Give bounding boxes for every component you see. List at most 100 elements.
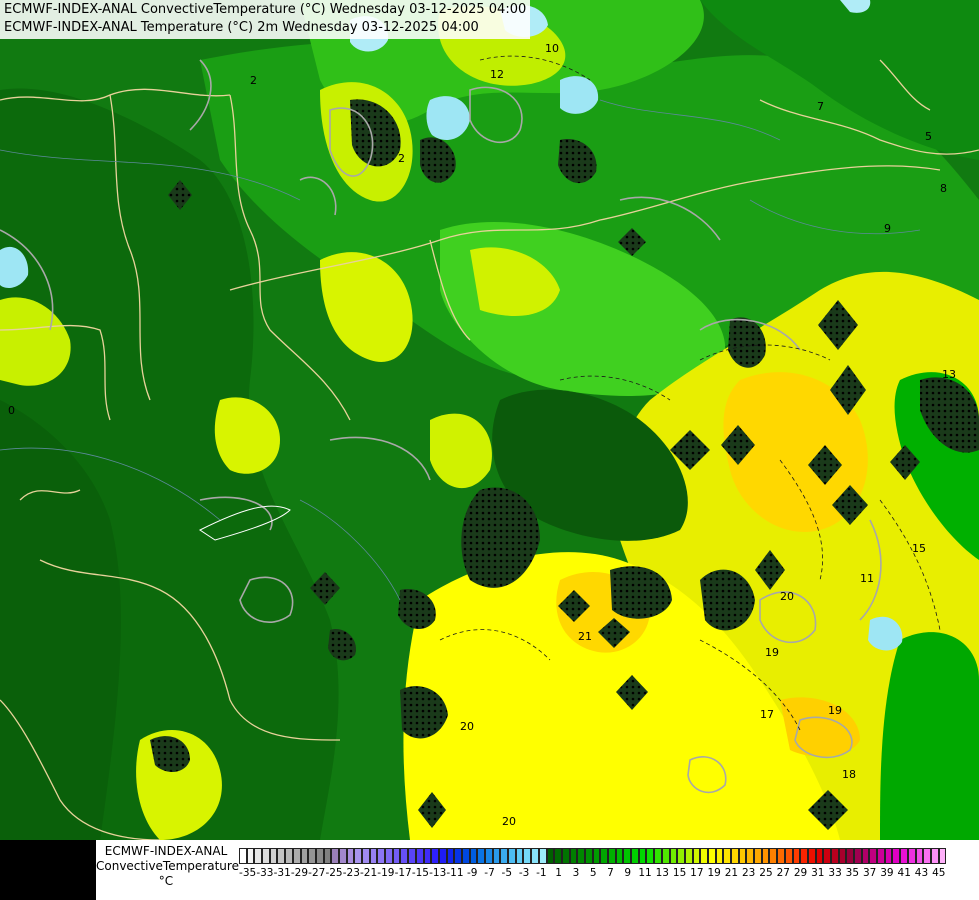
legend-swatch [531, 848, 539, 864]
legend-swatch [761, 848, 770, 864]
legend-swatch [315, 848, 324, 864]
legend-swatch [354, 848, 362, 864]
legend-swatch [823, 848, 831, 864]
legend-swatch [861, 848, 870, 864]
legend-tick-label: -31 [273, 867, 291, 879]
legend-tick-label: 35 [845, 867, 860, 879]
legend-swatch [515, 848, 524, 864]
legend-swatch [323, 848, 332, 864]
legend-swatch [877, 848, 885, 864]
legend-swatch [900, 848, 908, 864]
legend-swatch [538, 848, 547, 864]
contour-label: 5 [925, 130, 932, 143]
legend-swatch [461, 848, 470, 864]
legend-tick-label: 33 [828, 867, 842, 879]
contour-label: 9 [884, 222, 891, 235]
legend-tick-label: -21 [360, 867, 378, 879]
legend-swatch [454, 848, 462, 864]
legend-swatch [700, 848, 708, 864]
contour-label: 17 [760, 708, 774, 721]
legend-swatch [600, 848, 608, 864]
legend-tick-label: 15 [672, 867, 687, 879]
legend-swatch [254, 848, 263, 864]
legend-tick-label: -17 [394, 867, 412, 879]
legend-swatch [938, 848, 947, 864]
legend-tick-label: -3 [518, 867, 530, 879]
legend-tick-label: 7 [607, 867, 614, 879]
legend-tick-label: -29 [290, 867, 309, 879]
legend-swatch [884, 848, 893, 864]
legend-tick-label: -33 [256, 867, 274, 879]
legend-swatch [915, 848, 924, 864]
legend-tick-label: -11 [446, 867, 464, 879]
map-view[interactable]: 12 10 2 7 5 8 9 20 21 19 17 18 19 20 20 … [0, 0, 979, 900]
legend-swatch [431, 848, 439, 864]
legend-tick-label: -27 [308, 867, 326, 879]
contour-label: 12 [490, 68, 504, 81]
legend-tick-label: 41 [897, 867, 911, 879]
contour-label: 10 [545, 42, 559, 55]
legend-swatch [692, 848, 701, 864]
legend-tick-label: -5 [501, 867, 513, 879]
legend-swatch [854, 848, 862, 864]
legend-tick-label: -7 [484, 867, 495, 879]
legend-swatch [423, 848, 432, 864]
legend-swatch [623, 848, 632, 864]
legend-swatch [669, 848, 678, 864]
legend-swatch [300, 848, 309, 864]
legend-tick-label: 43 [914, 867, 929, 879]
legend-swatch [723, 848, 731, 864]
legend-swatch [523, 848, 532, 864]
legend-swatch [608, 848, 616, 864]
map-title-line: ECMWF-INDEX-ANAL Temperature (°C) 2m Wed… [4, 20, 479, 35]
legend-swatch [485, 848, 493, 864]
legend-swatch [338, 848, 347, 864]
legend-tick-label: 9 [624, 867, 632, 879]
contour-label: 13 [942, 368, 956, 381]
legend-tick-label: 13 [655, 867, 669, 879]
legend-swatch [239, 848, 247, 864]
legend-tick-label: 3 [572, 867, 580, 879]
legend-tick-label: 27 [776, 867, 790, 879]
legend-tick-label: 17 [690, 867, 704, 879]
legend-swatch [631, 848, 639, 864]
legend-swatch [769, 848, 778, 864]
contour-label: 19 [765, 646, 779, 659]
legend-tick-label: 19 [707, 867, 721, 879]
legend-swatch [615, 848, 624, 864]
legend-title-line: ConvectiveTemperature [96, 859, 239, 873]
map-title-line: ECMWF-INDEX-ANAL ConvectiveTemperature (… [4, 2, 527, 17]
legend-swatch [292, 848, 301, 864]
legend-swatch [792, 848, 801, 864]
legend-tick-label: 39 [880, 867, 894, 879]
legend-swatch [569, 848, 578, 864]
legend-swatch [438, 848, 447, 864]
legend-swatch [846, 848, 854, 864]
map-canvas[interactable]: 12 10 2 7 5 8 9 20 21 19 17 18 19 20 20 … [0, 0, 979, 900]
map-title-box: ECMWF-INDEX-ANAL ConvectiveTemperature (… [0, 0, 531, 39]
color-legend: ECMWF-INDEX-ANAL ConvectiveTemperature °… [96, 840, 979, 900]
legend-tick-label: -13 [429, 867, 447, 879]
legend-swatch [269, 848, 278, 864]
legend-swatch [923, 848, 931, 864]
legend-swatch [738, 848, 747, 864]
legend-swatch [500, 848, 509, 864]
legend-tick-label: -1 [536, 867, 547, 879]
legend-swatch [246, 848, 255, 864]
legend-swatch [446, 848, 455, 864]
contour-label: 18 [842, 768, 856, 781]
legend-swatch [346, 848, 355, 864]
legend-tick-label: 45 [932, 867, 946, 879]
contour-label: 2 [398, 152, 405, 165]
contour-label: 21 [578, 630, 592, 643]
legend-swatch [815, 848, 824, 864]
field-green-se-patch [880, 632, 979, 840]
contour-label: 20 [780, 590, 794, 603]
legend-swatch [661, 848, 670, 864]
legend-swatch [362, 848, 370, 864]
legend-swatch [731, 848, 739, 864]
legend-tick-label: 25 [759, 867, 773, 879]
legend-swatch [477, 848, 485, 864]
legend-swatch [707, 848, 716, 864]
contour-label: 19 [828, 704, 842, 717]
